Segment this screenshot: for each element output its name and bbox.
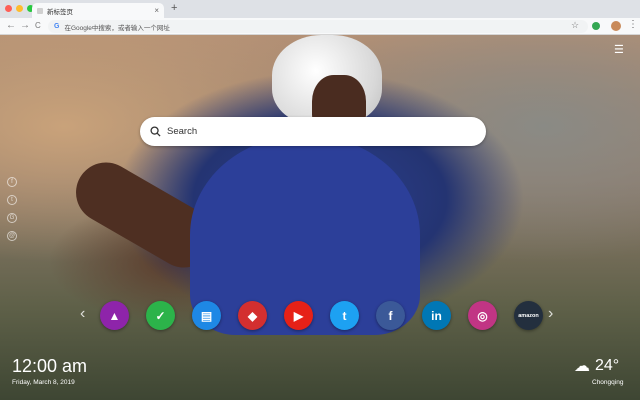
reload-button[interactable]: C [35,20,41,32]
side-social-bar: f t G @ [7,177,17,241]
twitter-icon[interactable]: t [330,301,359,330]
extension-icon[interactable] [592,22,600,30]
tab-new-tab[interactable]: 新标签页 × [32,3,164,18]
minimize-window-button[interactable] [16,5,23,12]
address-bar-placeholder: 在Google中搜索，或者输入一个网址 [64,24,170,32]
date: Friday, March 8, 2019 [12,379,75,386]
game-app-icon[interactable]: ◆ [238,301,267,330]
new-tab-button[interactable]: + [171,2,177,14]
bookmark-star-icon[interactable]: ☆ [571,20,579,31]
checkmark-app-icon[interactable]: ✓ [146,301,175,330]
dock-prev-arrow[interactable]: ‹ [80,305,85,323]
side-facebook-icon[interactable]: f [7,177,17,187]
browser-toolbar: ← → C G 在Google中搜索，或者输入一个网址 ☆ ⋮ [0,18,640,35]
tab-favicon-icon [37,7,43,14]
linkedin-icon[interactable]: in [422,301,451,330]
window-controls [5,5,34,12]
dock-next-arrow[interactable]: › [548,305,553,323]
city-name: Chongqing [592,379,624,386]
weather-widget: ☁ 24° [574,356,619,376]
forward-button[interactable]: → [20,20,30,32]
search-bar[interactable] [140,117,486,146]
cloud-rain-icon: ☁ [574,358,590,375]
background-wallpaper: ☰ f t G @ ‹ ▲ ✓ ▤ ◆ ▶ t f in ◎ amazon › … [0,35,640,400]
temperature: 24° [595,357,620,374]
side-twitter-icon[interactable]: t [7,195,17,205]
tab-strip: 新标签页 × + [0,0,640,18]
facebook-icon[interactable]: f [376,301,405,330]
app-dock: ▲ ✓ ▤ ◆ ▶ t f in ◎ amazon [100,301,543,330]
side-share-icon[interactable]: @ [7,231,17,241]
browser-menu-button[interactable]: ⋮ [628,19,638,30]
address-bar[interactable]: G 在Google中搜索，或者输入一个网址 [48,20,588,33]
photo-editor-icon[interactable]: ▲ [100,301,129,330]
side-google-icon[interactable]: G [7,213,17,223]
profile-avatar[interactable] [611,21,621,31]
tab-title: 新标签页 [47,8,73,16]
search-icon [150,126,161,137]
google-g-icon: G [54,23,60,30]
search-input[interactable] [167,126,467,137]
tab-close-icon[interactable]: × [154,6,159,15]
amazon-icon[interactable]: amazon [514,301,543,330]
clock: 12:00 am [12,356,88,376]
news-app-icon[interactable]: ▤ [192,301,221,330]
instagram-icon[interactable]: ◎ [468,301,497,330]
close-window-button[interactable] [5,5,12,12]
youtube-icon[interactable]: ▶ [284,301,313,330]
back-button[interactable]: ← [6,20,16,32]
hamburger-menu-icon[interactable]: ☰ [614,45,624,56]
